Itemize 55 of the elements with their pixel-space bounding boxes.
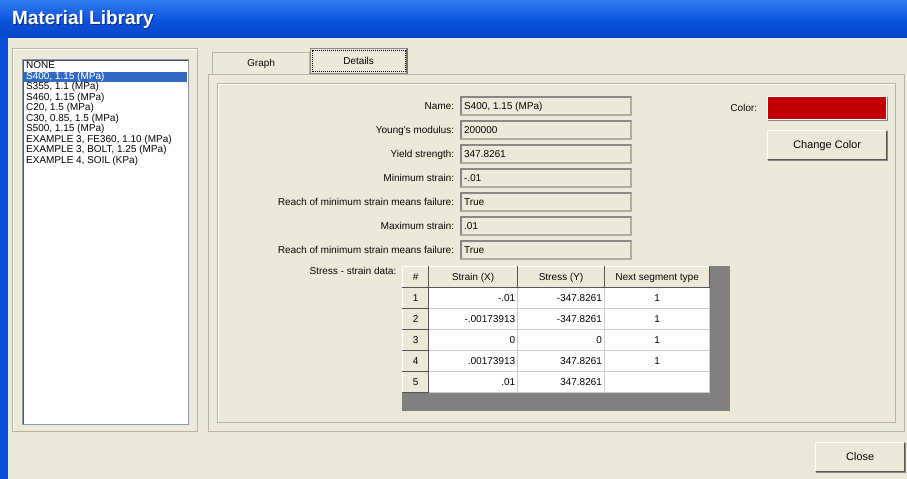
field-label: Reach of minimum strain means failure:	[276, 196, 454, 208]
tab[interactable]: Graph	[212, 52, 310, 74]
column-header[interactable]: Next segment type	[604, 266, 710, 288]
text-field[interactable]: S400, 1.15 (MPa)	[460, 96, 632, 116]
text-field[interactable]: .01	[460, 216, 632, 236]
table-cell: .00173913	[428, 350, 518, 372]
field-label: Minimum strain:	[382, 172, 454, 184]
color-label: Color:	[730, 102, 757, 114]
list-item[interactable]: S500, 1.15 (MPa)	[24, 124, 187, 134]
table-cell: 1	[604, 288, 710, 308]
text-field[interactable]: True	[460, 240, 632, 260]
field-label: Reach of minimum strain means failure:	[276, 244, 454, 256]
table-cell: -347.8261	[518, 308, 604, 330]
row-header: 1	[402, 288, 428, 308]
tab[interactable]: Details	[310, 48, 408, 74]
table-cell: 0	[518, 330, 604, 350]
table-cell: .01	[428, 372, 518, 392]
list-item[interactable]: EXAMPLE 4, SOIL (KPa)	[24, 156, 187, 166]
list-item[interactable]: EXAMPLE 3, FE360, 1.10 (MPa)	[24, 134, 187, 145]
row-header: 5	[402, 372, 428, 392]
column-header[interactable]: Strain (X)	[428, 266, 518, 288]
table-cell: 347.8261	[518, 372, 604, 392]
table-cell: -347.8261	[518, 288, 604, 308]
table-cell: 1	[604, 330, 710, 350]
table-cell: 1	[604, 308, 710, 330]
material-list[interactable]: NONE S400, 1.15 (MPa) S355, 1.1 (MPa) S460, 1.15 (MPa) C20, 1.5 (MPa) C30, 0.85, 1.5 (MPa) S500, 1.15 (MPa) EXAMPLE 3, FE360, 1.10 (MPa) EXAMPLE 3, BOLT, 1.25 (MPa) EXAMPLE 4, SOIL (KPa)	[22, 59, 189, 425]
field-label: Maximum strain:	[380, 220, 454, 232]
list-item[interactable]: S400, 1.15 (MPa)	[24, 72, 187, 82]
text-field[interactable]: -.01	[460, 168, 632, 188]
row-header: 3	[402, 330, 428, 350]
text-field[interactable]: 200000	[460, 120, 632, 140]
list-item[interactable]: S355, 1.1 (MPa)	[24, 82, 187, 92]
column-header[interactable]: #	[402, 266, 428, 288]
table-label: Stress - strain data:	[308, 266, 396, 279]
list-item[interactable]: C20, 1.5 (MPa)	[24, 103, 187, 114]
table-cell: -.01	[428, 288, 518, 308]
table-cell: 0	[428, 330, 518, 350]
row-header: 4	[402, 350, 428, 372]
table-cell: -.00173913	[428, 308, 518, 330]
column-header[interactable]: Stress (Y)	[518, 266, 604, 288]
list-item[interactable]: S460, 1.15 (MPa)	[24, 92, 187, 103]
change-color-button[interactable]: Change Color	[767, 130, 887, 160]
window-title: Material Library	[0, 0, 907, 38]
text-field[interactable]: 347.8261	[460, 144, 632, 164]
field-label: Name:	[424, 100, 454, 112]
list-item[interactable]: C30, 0.85, 1.5 (MPa)	[24, 114, 187, 124]
list-item[interactable]: NONE	[24, 61, 187, 72]
text-field[interactable]: True	[460, 192, 632, 212]
field-label: Young's modulus:	[374, 124, 454, 136]
table-cell: 1	[604, 350, 710, 372]
field-label: Yield strength:	[389, 148, 454, 160]
row-header: 2	[402, 308, 428, 330]
list-item[interactable]: EXAMPLE 3, BOLT, 1.25 (MPa)	[24, 145, 187, 156]
close-button[interactable]: Close	[815, 442, 905, 472]
table-cell: 347.8261	[518, 350, 604, 372]
